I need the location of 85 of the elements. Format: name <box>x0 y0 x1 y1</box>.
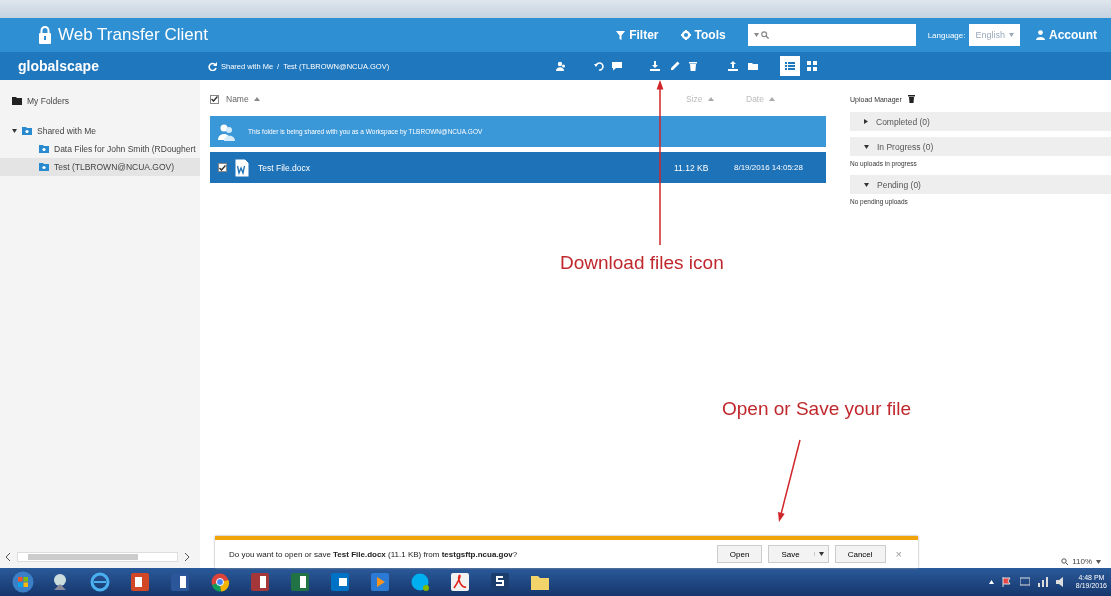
globalscape-logo: globalscape <box>17 58 100 74</box>
shared-folder-icon <box>39 145 49 153</box>
folder-icon <box>748 61 758 71</box>
list-view-toggle[interactable] <box>780 56 800 76</box>
magnifier-icon <box>1061 558 1069 565</box>
shared-folder-icon <box>39 163 49 171</box>
user-icon <box>1036 30 1045 40</box>
speaker-icon <box>1055 577 1066 587</box>
app-title: Web Transfer Client <box>58 25 208 45</box>
upload-section-header[interactable]: In Progress (0) <box>850 137 1111 156</box>
collapsed-caret-icon <box>864 119 868 124</box>
gear-icon <box>680 30 691 40</box>
file-row[interactable]: Test File.docx 11.12 KB 8/19/2016 14:05:28 <box>210 152 826 183</box>
upload-section-header[interactable]: Completed (0) <box>850 112 1111 131</box>
start-button-icon <box>12 571 34 593</box>
folder-tree-item[interactable]: Test (TLBROWN@NCUA.GOV) <box>0 158 200 176</box>
chevron-left-icon <box>5 553 11 561</box>
filter-button[interactable]: Filter <box>612 26 663 44</box>
browser-icon <box>210 572 230 592</box>
expanded-caret-icon <box>864 144 869 149</box>
folder-icon <box>12 97 22 105</box>
people-icon <box>556 61 566 71</box>
expanded-caret-icon <box>864 182 869 187</box>
pdf-app-icon <box>450 572 470 592</box>
account-button[interactable]: Account <box>1032 26 1101 44</box>
search-field[interactable] <box>747 24 916 46</box>
upload-icon <box>728 61 738 71</box>
pencil-icon <box>670 61 680 71</box>
annotation-text: Download files icon <box>560 252 724 274</box>
lock-icon <box>38 26 52 44</box>
search-icon <box>760 31 769 39</box>
tools-button[interactable]: Tools <box>676 26 730 44</box>
check-icon <box>219 164 226 171</box>
filter-icon <box>616 30 626 40</box>
undo-icon <box>594 61 604 71</box>
file-name: Test File.docx <box>258 162 310 173</box>
column-header[interactable]: Name <box>226 94 249 104</box>
tray-arrow-icon <box>988 580 994 584</box>
spreadsheet-app-icon <box>290 572 310 592</box>
annotation-text: Open or Save your file <box>722 398 912 420</box>
caret-icon <box>753 33 759 37</box>
download-icon <box>650 61 660 71</box>
monitor-icon <box>1019 577 1030 587</box>
folder-tree-item[interactable]: Data Files for John Smith (RDoughert <box>0 140 200 158</box>
row-checkbox[interactable] <box>218 163 227 172</box>
caret-icon <box>1009 33 1014 37</box>
comment-icon <box>612 61 622 71</box>
download-prompt-message: Do you want to open or save Test File.docx (11.1 KB) from testgsftp.ncua.gov? <box>229 549 519 559</box>
upload-section-header[interactable]: Pending (0) <box>850 175 1111 194</box>
caret-icon <box>1096 559 1101 564</box>
sort-arrow-icon <box>707 97 714 101</box>
media-player-icon <box>370 572 390 592</box>
prompt-button[interactable]: Open <box>716 545 763 563</box>
file-date: 8/19/2016 14:05:28 <box>734 163 804 172</box>
database-app-icon <box>250 572 270 592</box>
sort-arrow-icon <box>768 97 775 101</box>
browser-icon <box>90 572 110 592</box>
zoom-level[interactable]: 110% <box>1061 557 1101 566</box>
select-all-checkbox[interactable] <box>210 94 219 104</box>
split-button[interactable]: Save <box>768 545 829 563</box>
transfer-app-icon <box>490 572 510 592</box>
people-icon <box>218 122 236 141</box>
caret-icon <box>818 552 824 556</box>
sort-arrow-icon <box>253 97 260 101</box>
language-label: Language: <box>927 30 966 40</box>
presentation-app-icon <box>130 572 150 592</box>
chat-app-icon <box>410 572 430 592</box>
trash-icon <box>907 95 915 103</box>
check-icon <box>211 96 218 102</box>
prompt-button[interactable]: Cancel <box>834 545 886 563</box>
network-bars-icon <box>1037 577 1048 587</box>
trash-icon <box>688 61 698 71</box>
document-icon <box>234 157 250 178</box>
grid-view-icon <box>807 61 817 71</box>
folder-tree-item[interactable]: Shared with Me <box>0 122 200 140</box>
file-size: 11.12 KB <box>674 162 710 173</box>
list-view-icon <box>785 61 795 71</box>
document-app-icon <box>170 572 190 592</box>
refresh-icon <box>208 61 217 71</box>
folder-tree-item[interactable]: My Folders <box>0 92 200 110</box>
chevron-right-icon <box>184 553 190 561</box>
flag-icon <box>1001 577 1012 587</box>
mail-app-icon <box>330 572 350 592</box>
horizontal-scrollbar[interactable] <box>5 550 190 564</box>
shared-folder-icon <box>22 127 32 135</box>
